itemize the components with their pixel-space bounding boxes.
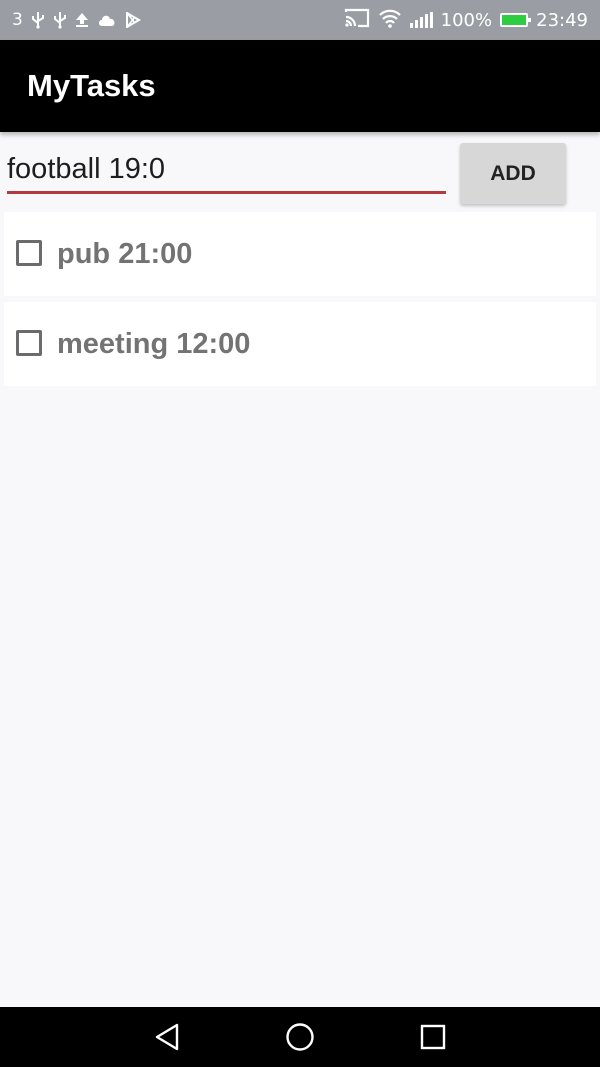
app-bar: MyTasks <box>0 40 600 132</box>
clock: 23:49 <box>536 9 588 31</box>
usb-icon <box>31 11 45 29</box>
task-checkbox[interactable] <box>16 330 42 356</box>
task-item[interactable]: meeting 12:00 <box>4 302 596 386</box>
battery-icon <box>500 13 532 27</box>
signal-icon <box>409 12 433 28</box>
task-item[interactable]: pub 21:00 <box>4 212 596 296</box>
battery-level: 100% <box>440 9 493 31</box>
play-store-icon <box>125 12 141 28</box>
navigation-bar <box>0 1007 600 1067</box>
task-label: meeting 12:00 <box>57 328 251 360</box>
status-bar: 3 100% 23:49 <box>0 0 600 40</box>
usb-icon <box>53 11 67 29</box>
recents-icon[interactable] <box>417 1021 449 1053</box>
cloud-icon <box>97 13 117 27</box>
task-checkbox[interactable] <box>16 240 42 266</box>
app-title: MyTasks <box>27 68 156 103</box>
new-task-input[interactable] <box>7 148 446 194</box>
task-list: pub 21:00 meeting 12:00 <box>4 212 596 392</box>
notification-count: 3 <box>12 10 23 30</box>
task-label: pub 21:00 <box>57 238 193 270</box>
status-notifications: 3 <box>12 0 141 40</box>
add-button[interactable]: ADD <box>460 143 566 204</box>
home-icon[interactable] <box>284 1021 316 1053</box>
status-system: 100% 23:49 <box>344 0 588 40</box>
upload-icon <box>75 12 89 28</box>
back-icon[interactable] <box>151 1021 183 1053</box>
cast-icon <box>344 8 370 33</box>
wifi-icon <box>378 8 402 33</box>
